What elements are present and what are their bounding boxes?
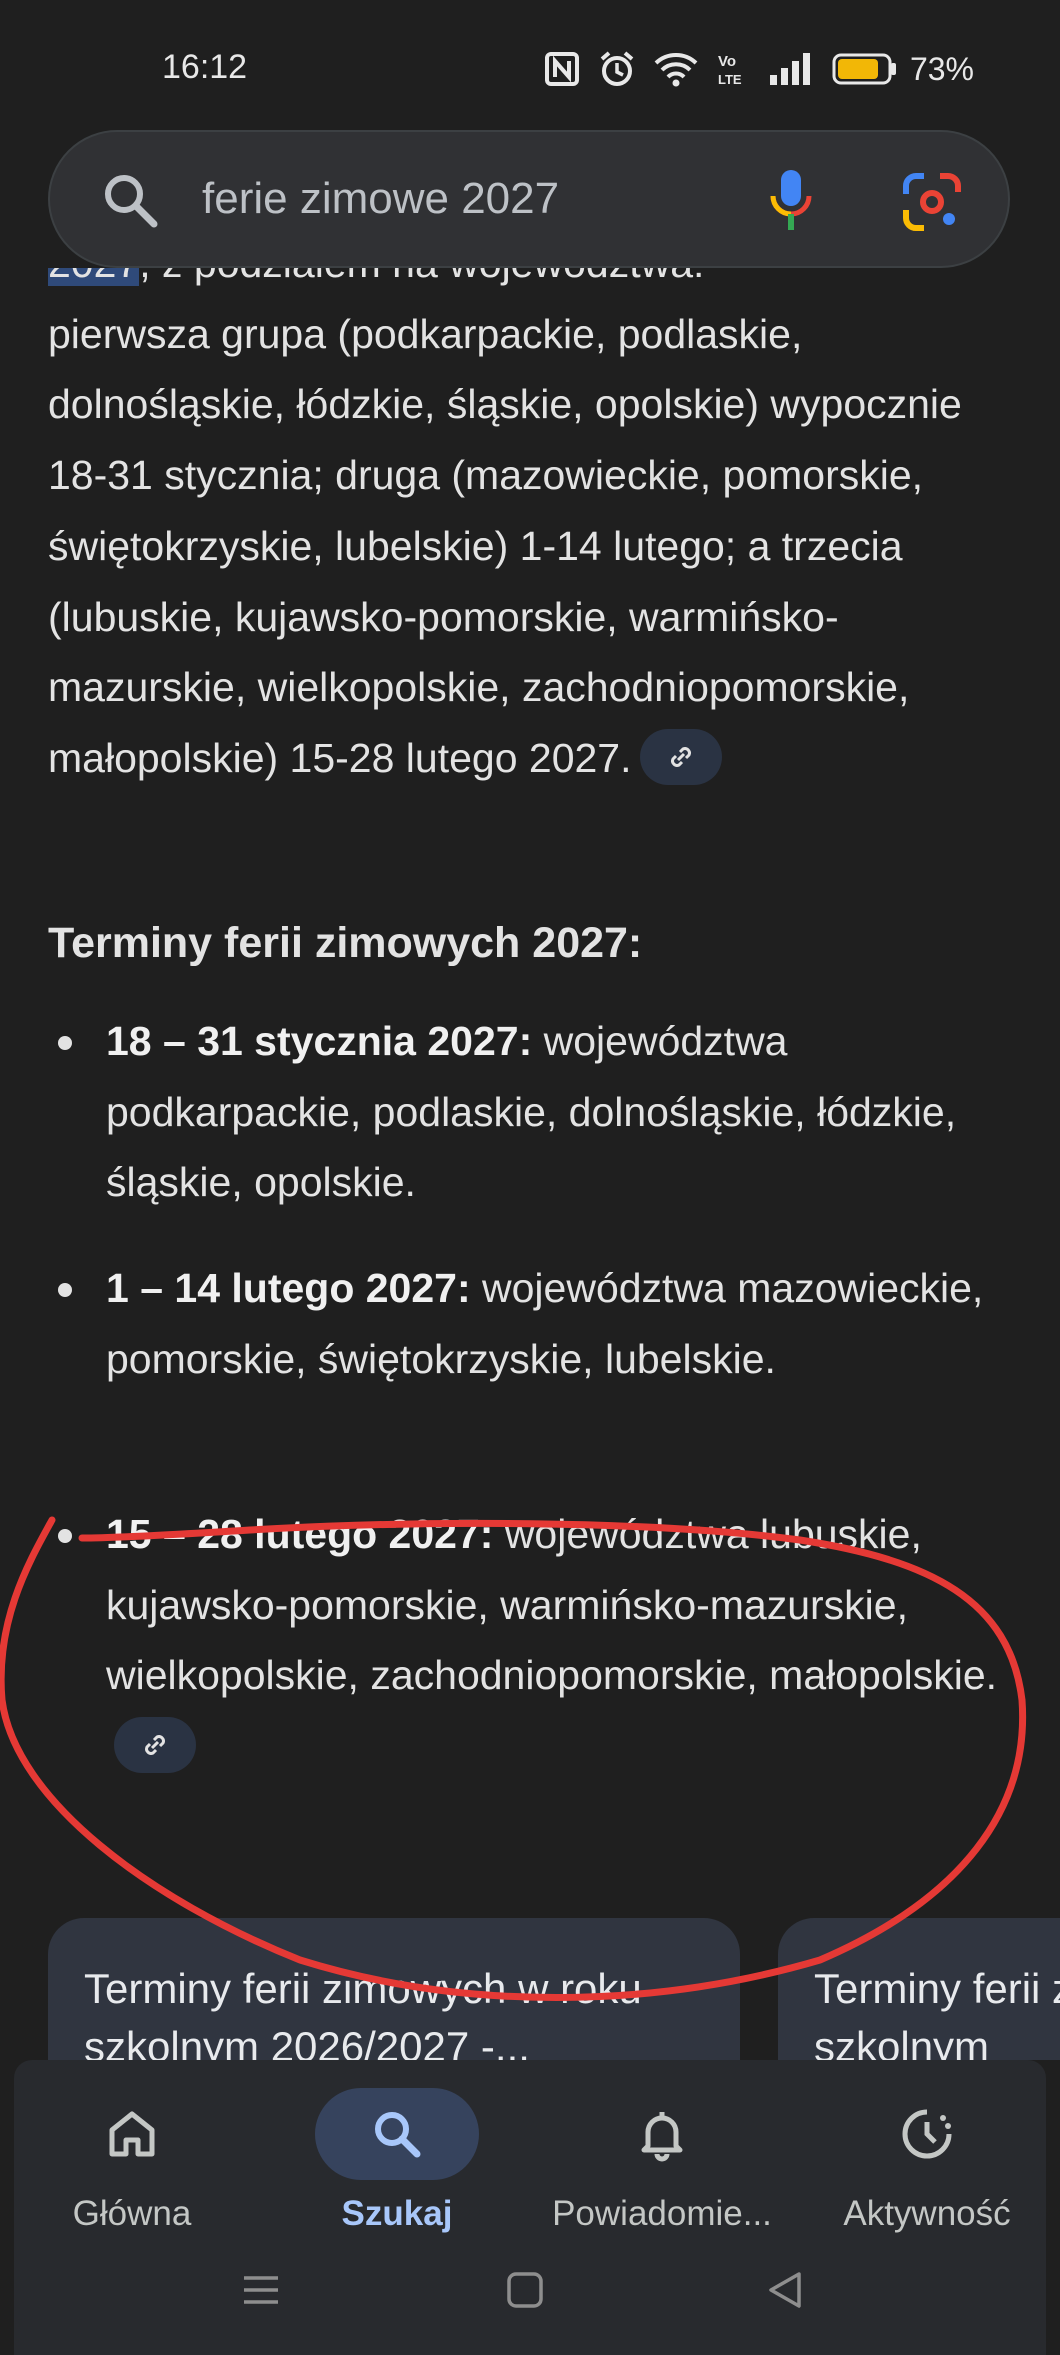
microphone-icon[interactable]	[768, 168, 814, 239]
battery-icon	[832, 53, 896, 85]
nav-item-home[interactable]: Główna	[17, 2088, 247, 2234]
source-card-title: Terminy ferii zimowych w roku szkolnym	[814, 1965, 1060, 2060]
nav-item-search[interactable]: Szukaj	[282, 2088, 512, 2234]
bullet-dot	[58, 1283, 72, 1297]
wifi-icon	[654, 53, 698, 87]
link-icon	[145, 1735, 165, 1756]
bell-icon	[641, 2112, 683, 2162]
system-navigation-bar	[0, 2240, 1060, 2340]
results-area: 2027, z podziałem na województwa: pierws…	[0, 268, 1060, 2060]
bullet-dot	[58, 1036, 72, 1050]
overview-paragraph-text: pierwsza grupa (podkarpackie, podlaskie,…	[48, 310, 962, 781]
list-item: 15 – 28 lutego 2027: województwa lubuski…	[48, 1499, 1008, 1782]
bullet-dot	[58, 1529, 72, 1543]
status-time: 16:12	[162, 48, 248, 86]
nav-item-notifications[interactable]: Powiadomie...	[547, 2088, 777, 2234]
intro-line: 2027, z podziałem na województwa:	[48, 268, 1008, 299]
search-bar[interactable]: ferie zimowe 2027	[48, 130, 1010, 268]
svg-text:Vo: Vo	[718, 53, 736, 70]
link-icon	[670, 747, 691, 767]
status-icons: Vo LTE 73%	[544, 50, 974, 88]
battery-percentage: 73%	[909, 50, 974, 87]
nav-label: Powiadomie...	[552, 2194, 772, 2233]
search-icon[interactable]	[100, 170, 160, 235]
back-icon[interactable]	[765, 2270, 805, 2315]
overview-paragraph: pierwsza grupa (podkarpackie, podlaskie,…	[48, 299, 1008, 794]
source-card[interactable]: Terminy ferii zimowych w roku szkolnym 2…	[48, 1918, 740, 2060]
list-item: 18 – 31 stycznia 2027: województwa podka…	[48, 1006, 1008, 1218]
list-item: 1 – 14 lutego 2027: województwa mazowiec…	[48, 1253, 1008, 1394]
signal-icon	[769, 53, 810, 85]
volte-icon: Vo LTE	[718, 53, 742, 87]
svg-text:LTE: LTE	[718, 72, 742, 87]
highlighted-term: 2027	[48, 268, 140, 286]
source-link-chip[interactable]	[114, 1717, 196, 1774]
nfc-icon	[544, 52, 579, 86]
alarm-icon	[600, 51, 634, 86]
source-card-title: Terminy ferii zimowych w roku szkolnym 2…	[84, 1965, 642, 2060]
menu-icon[interactable]	[241, 2270, 281, 2315]
list-item-date: 1 – 14 lutego 2027:	[106, 1265, 471, 1311]
source-card[interactable]: Terminy ferii zimowych w roku szkolnym	[778, 1918, 1060, 2060]
google-lens-icon[interactable]	[902, 172, 962, 237]
nav-item-activity[interactable]: Aktywność	[812, 2088, 1042, 2234]
search-icon	[375, 2112, 421, 2158]
list-item-date: 18 – 31 stycznia 2027:	[106, 1018, 533, 1064]
search-input[interactable]: ferie zimowe 2027	[202, 174, 559, 224]
status-bar: 16:12 Vo LTE 73%	[0, 0, 1060, 130]
results-heading: Terminy ferii zimowych 2027:	[48, 919, 643, 967]
intro-text: , z podziałem na województwa:	[139, 268, 704, 286]
nav-label: Aktywność	[843, 2194, 1011, 2233]
home-icon	[109, 2111, 155, 2157]
nav-label: Szukaj	[341, 2194, 453, 2233]
source-link-chip[interactable]	[639, 729, 722, 786]
home-square-icon[interactable]	[505, 2270, 545, 2315]
activity-icon	[902, 2109, 952, 2159]
nav-label: Główna	[72, 2194, 192, 2233]
list-item-date: 15 – 28 lutego 2027:	[106, 1511, 494, 1557]
